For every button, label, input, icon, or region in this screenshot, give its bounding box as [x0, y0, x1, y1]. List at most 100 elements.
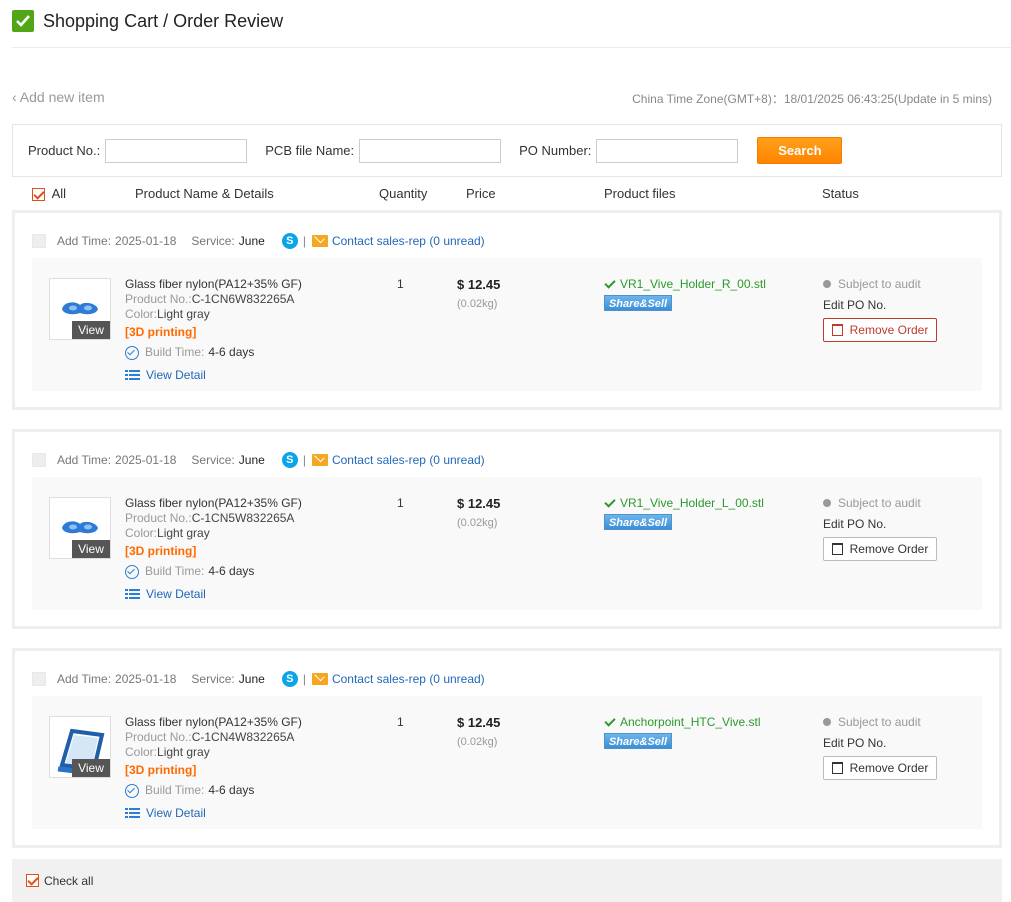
build-time-value: 4-6 days: [208, 783, 255, 797]
view-detail[interactable]: View Detail: [125, 587, 365, 602]
view-button[interactable]: View: [72, 759, 110, 777]
edit-po-link[interactable]: Edit PO No.: [823, 736, 937, 750]
status-badge: Subject to audit: [823, 715, 937, 729]
weight-value: (0.02kg): [457, 517, 498, 529]
product-no-label: Product No.:: [125, 511, 192, 525]
build-time-label: Build Time:: [145, 345, 205, 359]
product-thumbnail[interactable]: View: [49, 278, 111, 340]
add-time-value: 2025-01-18: [115, 672, 177, 686]
build-time-value: 4-6 days: [208, 345, 255, 359]
remove-order-button[interactable]: Remove Order: [823, 318, 937, 342]
mail-icon: [311, 235, 328, 247]
timezone-info: China Time Zone(GMT+8)：18/01/2025 06:43:…: [632, 92, 992, 106]
edit-po-link[interactable]: Edit PO No.: [823, 298, 937, 312]
view-detail-link[interactable]: View Detail: [146, 368, 206, 383]
product-files: VR1_Vive_Holder_L_00.stl Share&Sell: [604, 496, 764, 530]
contact-sales-rep-link[interactable]: Contact sales-rep (0 unread): [332, 453, 485, 467]
view-detail-link[interactable]: View Detail: [146, 806, 206, 821]
trash-icon: [831, 324, 843, 336]
color-value: Light gray: [157, 745, 210, 759]
order-item: View Glass fiber nylon(PA12+35% GF) Prod…: [32, 258, 982, 391]
col-status: Status: [822, 186, 859, 201]
order-meta: Add Time: 2025-01-18 Service: June S | C…: [32, 669, 485, 689]
process-tag: [3D printing]: [125, 763, 197, 777]
remove-order-button[interactable]: Remove Order: [823, 537, 937, 561]
edit-po-link[interactable]: Edit PO No.: [823, 517, 937, 531]
product-no-label: Product No.:: [125, 730, 192, 744]
select-all-checkbox[interactable]: [32, 188, 45, 202]
file-link[interactable]: VR1_Vive_Holder_R_00.stl: [620, 277, 766, 291]
file-link[interactable]: Anchorpoint_HTC_Vive.stl: [620, 715, 761, 729]
share-sell-button[interactable]: Share&Sell: [604, 295, 672, 311]
status-text: Subject to audit: [838, 715, 921, 729]
view-button[interactable]: View: [72, 540, 110, 558]
check-all-label: Check all: [44, 873, 94, 888]
col-product-details: Product Name & Details: [135, 186, 274, 201]
price-block: $ 12.45 (0.02kg): [457, 496, 500, 529]
build-time-label: Build Time:: [145, 783, 205, 797]
view-detail-link[interactable]: View Detail: [146, 587, 206, 602]
order-card: Add Time: 2025-01-18 Service: June S | C…: [12, 648, 1002, 848]
add-time-value: 2025-01-18: [115, 234, 177, 248]
search-button[interactable]: Search: [757, 137, 843, 164]
mail-icon: [311, 673, 328, 685]
share-sell-button[interactable]: Share&Sell: [604, 514, 672, 530]
contact-sales-rep-link[interactable]: Contact sales-rep (0 unread): [332, 672, 485, 686]
mail-icon: [311, 454, 328, 466]
product-thumbnail[interactable]: View: [49, 497, 111, 559]
page-header: Shopping Cart / Order Review: [12, 10, 283, 32]
po-number-label: PO Number:: [519, 143, 592, 158]
check-all-checkbox[interactable]: [26, 874, 39, 887]
remove-order-button[interactable]: Remove Order: [823, 756, 937, 780]
product-thumbnail[interactable]: View: [49, 716, 111, 778]
order-card: Add Time: 2025-01-18 Service: June S | C…: [12, 429, 1002, 629]
order-checkbox[interactable]: [32, 453, 46, 467]
build-time-icon: [125, 345, 139, 360]
product-name: Glass fiber nylon(PA12+35% GF): [125, 715, 302, 729]
file-link[interactable]: VR1_Vive_Holder_L_00.stl: [620, 496, 764, 510]
remove-order-label: Remove Order: [849, 323, 929, 337]
add-new-item-link[interactable]: ‹ Add new item: [12, 89, 105, 105]
price-block: $ 12.45 (0.02kg): [457, 277, 500, 310]
skype-icon[interactable]: S: [281, 671, 298, 687]
order-item: View Glass fiber nylon(PA12+35% GF) Prod…: [32, 696, 982, 829]
color-label: Color:: [125, 745, 158, 759]
skype-icon[interactable]: S: [281, 452, 298, 468]
select-all[interactable]: All: [32, 186, 67, 202]
pcb-file-input[interactable]: [359, 138, 502, 163]
order-status: Subject to audit Edit PO No. Remove Orde…: [823, 277, 937, 342]
file-entry: VR1_Vive_Holder_L_00.stl: [604, 496, 764, 510]
contact-sales-rep-link[interactable]: Contact sales-rep (0 unread): [332, 234, 485, 248]
add-time-value: 2025-01-18: [115, 453, 177, 467]
order-status: Subject to audit Edit PO No. Remove Orde…: [823, 496, 937, 561]
quantity-value: 1: [397, 277, 404, 291]
service-label: Service:: [191, 234, 235, 248]
order-checkbox[interactable]: [32, 672, 46, 686]
check-icon: [604, 277, 616, 289]
view-button[interactable]: View: [72, 321, 110, 339]
product-no-input[interactable]: [105, 138, 248, 163]
view-detail[interactable]: View Detail: [125, 806, 365, 821]
product-details: Glass fiber nylon(PA12+35% GF) Product N…: [125, 715, 365, 821]
price-value: $ 12.45: [457, 277, 501, 292]
remove-order-label: Remove Order: [849, 761, 929, 775]
po-number-input[interactable]: [596, 138, 739, 163]
add-time-label: Add Time:: [57, 234, 112, 248]
weight-value: (0.02kg): [457, 298, 498, 310]
search-bar: Product No.: PCB file Name: PO Number: S…: [12, 124, 1002, 177]
list-icon: [125, 370, 140, 381]
product-name: Glass fiber nylon(PA12+35% GF): [125, 496, 302, 510]
header-divider: [12, 47, 1011, 48]
price-value: $ 12.45: [457, 496, 501, 511]
view-detail[interactable]: View Detail: [125, 368, 365, 383]
service-value: June: [238, 234, 265, 248]
product-name: Glass fiber nylon(PA12+35% GF): [125, 277, 302, 291]
status-badge: Subject to audit: [823, 277, 937, 291]
share-sell-button[interactable]: Share&Sell: [604, 733, 672, 749]
skype-icon[interactable]: S: [281, 233, 298, 249]
status-text: Subject to audit: [838, 496, 921, 510]
select-all-label: All: [51, 186, 67, 201]
color-value: Light gray: [157, 526, 210, 540]
column-headers: All Product Name & Details Quantity Pric…: [0, 186, 1011, 204]
order-checkbox[interactable]: [32, 234, 46, 248]
